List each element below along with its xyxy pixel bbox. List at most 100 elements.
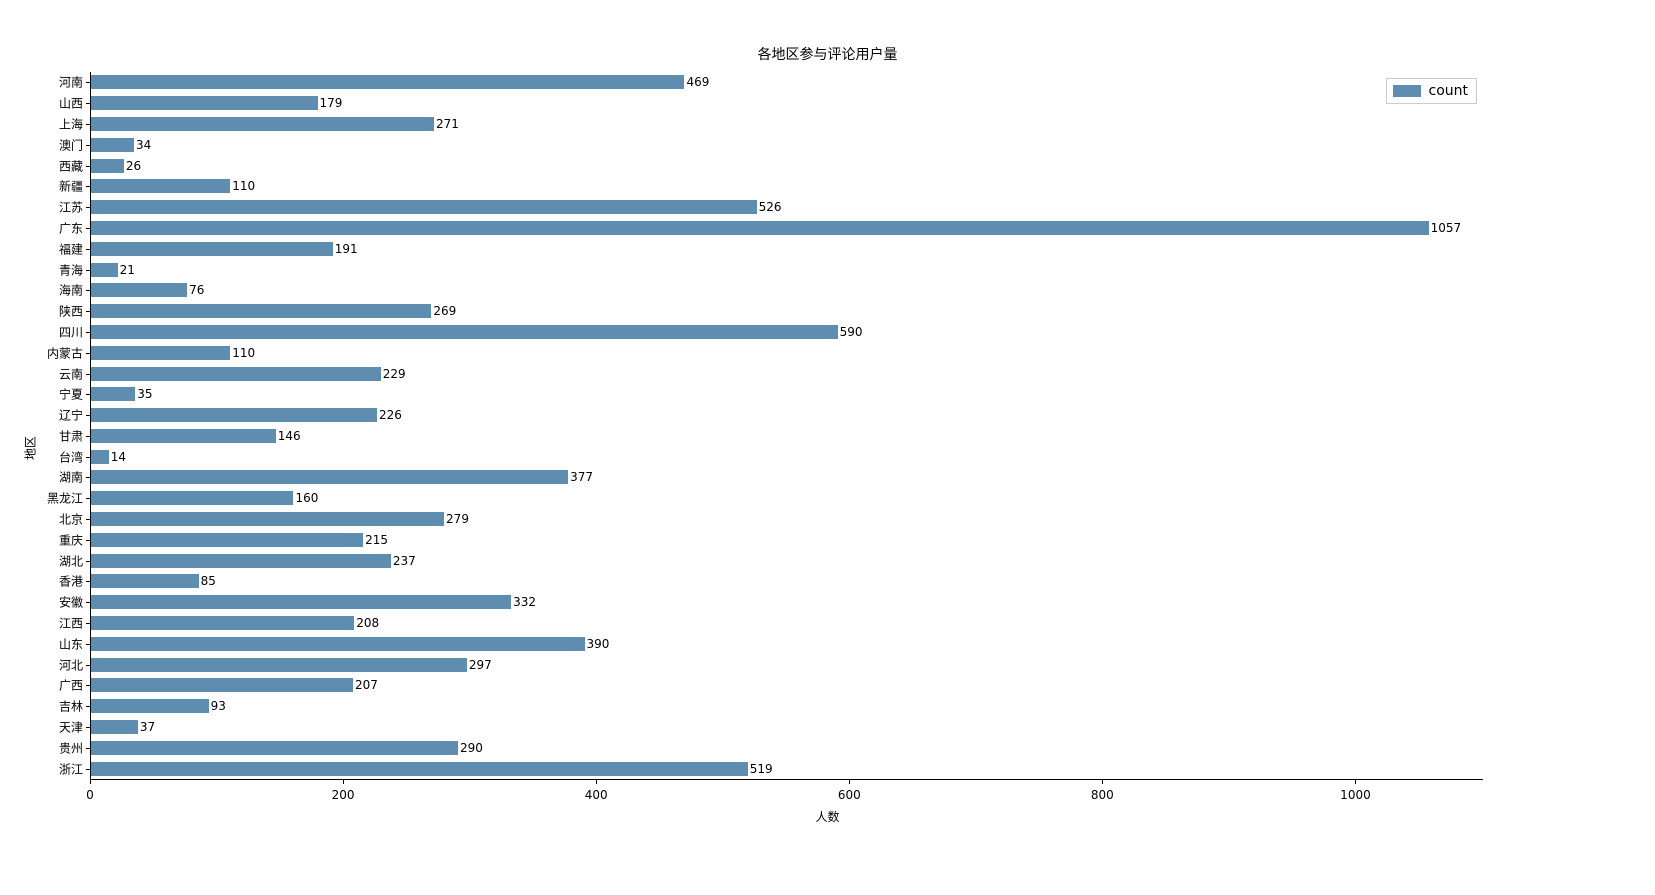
bar-row: 271 bbox=[91, 117, 434, 131]
bar-row: 377 bbox=[91, 470, 568, 484]
bar bbox=[91, 554, 391, 568]
y-tick-mark bbox=[86, 706, 90, 707]
bar-value-label: 271 bbox=[436, 117, 459, 131]
y-tick-label: 内蒙古 bbox=[3, 344, 83, 361]
bar-value-label: 85 bbox=[201, 574, 216, 588]
bar bbox=[91, 720, 138, 734]
y-tick-label: 西藏 bbox=[3, 157, 83, 174]
y-tick-mark bbox=[86, 145, 90, 146]
bar bbox=[91, 429, 276, 443]
bar-row: 208 bbox=[91, 616, 354, 630]
y-tick-label: 上海 bbox=[3, 115, 83, 132]
x-tick-mark bbox=[343, 780, 344, 784]
bar bbox=[91, 304, 431, 318]
y-tick-label: 广西 bbox=[3, 677, 83, 694]
y-tick-mark bbox=[86, 374, 90, 375]
y-tick-mark bbox=[86, 727, 90, 728]
y-tick-label: 北京 bbox=[3, 511, 83, 528]
bar bbox=[91, 533, 363, 547]
bar-value-label: 229 bbox=[383, 367, 406, 381]
bar-row: 526 bbox=[91, 200, 757, 214]
bar-value-label: 76 bbox=[189, 283, 204, 297]
bar-value-label: 469 bbox=[686, 75, 709, 89]
y-tick-mark bbox=[86, 249, 90, 250]
y-tick-label: 江西 bbox=[3, 615, 83, 632]
y-tick-label: 重庆 bbox=[3, 531, 83, 548]
y-tick-label: 河南 bbox=[3, 74, 83, 91]
y-tick-mark bbox=[86, 290, 90, 291]
bar-row: 14 bbox=[91, 450, 109, 464]
bar-value-label: 237 bbox=[393, 554, 416, 568]
legend: count bbox=[1386, 78, 1478, 104]
y-tick-label: 黑龙江 bbox=[3, 490, 83, 507]
y-tick-mark bbox=[86, 685, 90, 686]
bar-row: 279 bbox=[91, 512, 444, 526]
y-tick-mark bbox=[86, 82, 90, 83]
bar bbox=[91, 470, 568, 484]
bar-value-label: 179 bbox=[320, 96, 343, 110]
bar bbox=[91, 346, 230, 360]
y-tick-label: 湖南 bbox=[3, 469, 83, 486]
bar-value-label: 269 bbox=[433, 304, 456, 318]
x-tick-mark bbox=[596, 780, 597, 784]
bar-value-label: 34 bbox=[136, 138, 151, 152]
bar bbox=[91, 595, 511, 609]
chart-title: 各地区参与评论用户量 bbox=[0, 44, 1655, 64]
bar bbox=[91, 658, 467, 672]
bar-row: 519 bbox=[91, 762, 748, 776]
x-tick-label: 800 bbox=[1091, 788, 1114, 802]
bar-row: 390 bbox=[91, 637, 585, 651]
bar bbox=[91, 96, 318, 110]
y-tick-label: 云南 bbox=[3, 365, 83, 382]
y-tick-mark bbox=[86, 477, 90, 478]
bar bbox=[91, 200, 757, 214]
bar-value-label: 207 bbox=[355, 678, 378, 692]
bar-row: 179 bbox=[91, 96, 318, 110]
y-tick-label: 贵州 bbox=[3, 739, 83, 756]
y-tick-mark bbox=[86, 270, 90, 271]
bar bbox=[91, 637, 585, 651]
bar bbox=[91, 616, 354, 630]
bar bbox=[91, 325, 838, 339]
y-tick-mark bbox=[86, 436, 90, 437]
y-tick-mark bbox=[86, 769, 90, 770]
bar bbox=[91, 283, 187, 297]
y-tick-mark bbox=[86, 623, 90, 624]
y-tick-mark bbox=[86, 644, 90, 645]
bar-value-label: 93 bbox=[211, 699, 226, 713]
bar bbox=[91, 491, 293, 505]
bar-value-label: 14 bbox=[111, 450, 126, 464]
y-tick-mark bbox=[86, 602, 90, 603]
bar-row: 226 bbox=[91, 408, 377, 422]
bar-row: 229 bbox=[91, 367, 381, 381]
bar-value-label: 26 bbox=[126, 159, 141, 173]
bar bbox=[91, 138, 134, 152]
bar bbox=[91, 179, 230, 193]
bar-row: 35 bbox=[91, 387, 135, 401]
bar-value-label: 191 bbox=[335, 242, 358, 256]
y-tick-mark bbox=[86, 332, 90, 333]
bar bbox=[91, 574, 199, 588]
y-tick-mark bbox=[86, 457, 90, 458]
bar-row: 93 bbox=[91, 699, 209, 713]
bar-row: 207 bbox=[91, 678, 353, 692]
bar-value-label: 590 bbox=[840, 325, 863, 339]
y-tick-mark bbox=[86, 353, 90, 354]
y-tick-mark bbox=[86, 207, 90, 208]
bar-row: 215 bbox=[91, 533, 363, 547]
x-tick-label: 400 bbox=[585, 788, 608, 802]
legend-text: count bbox=[1429, 83, 1469, 99]
bar bbox=[91, 75, 684, 89]
y-tick-label: 香港 bbox=[3, 573, 83, 590]
y-tick-mark bbox=[86, 581, 90, 582]
bar bbox=[91, 408, 377, 422]
y-tick-label: 澳门 bbox=[3, 136, 83, 153]
bar-value-label: 526 bbox=[759, 200, 782, 214]
y-tick-label: 四川 bbox=[3, 323, 83, 340]
y-tick-mark bbox=[86, 103, 90, 104]
bar bbox=[91, 512, 444, 526]
bar-row: 110 bbox=[91, 346, 230, 360]
bar-row: 191 bbox=[91, 242, 333, 256]
y-tick-mark bbox=[86, 665, 90, 666]
plot-area: 4691792713426110526105719121762695901102… bbox=[90, 72, 1483, 780]
